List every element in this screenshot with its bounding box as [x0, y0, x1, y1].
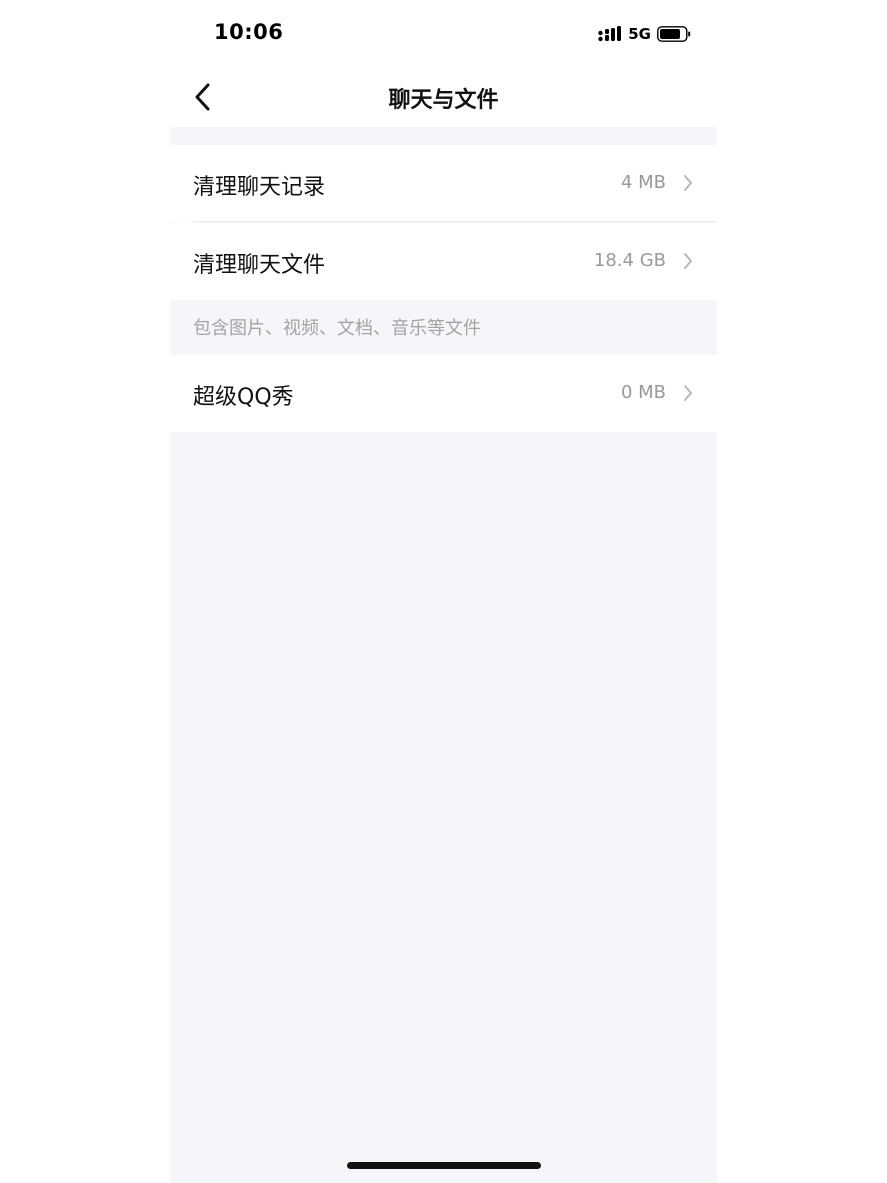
files-note: 包含图片、视频、文档、音乐等文件: [170, 300, 717, 355]
section-spacer: [170, 127, 717, 145]
signal-bars-icon: [598, 26, 622, 42]
status-bar: 10:06 5G: [170, 0, 717, 66]
clear-chat-files-row[interactable]: 清理聊天文件 18.4 GB: [170, 223, 717, 300]
nav-bar: 聊天与文件: [170, 66, 717, 127]
home-indicator[interactable]: [347, 1162, 541, 1169]
page-title: 聊天与文件: [388, 88, 499, 113]
row-divider: [193, 221, 717, 222]
super-qq-show-row[interactable]: 超级QQ秀 0 MB: [170, 355, 717, 432]
row-value: 0 MB: [620, 382, 666, 403]
chevron-right-icon: [684, 175, 692, 191]
chevron-right-icon: [684, 385, 692, 401]
files-note-text: 包含图片、视频、文档、音乐等文件: [193, 318, 481, 339]
row-value: 4 MB: [620, 172, 666, 193]
phone-screen: 10:06 5G 聊天与文件 清理聊天记录 4 MB 清理聊天文件 18.4 G…: [170, 0, 717, 1183]
battery-icon: [657, 26, 691, 42]
status-indicators: 5G: [598, 25, 691, 43]
chevron-right-icon: [684, 253, 692, 269]
row-label: 清理聊天记录: [193, 175, 326, 200]
network-type: 5G: [628, 25, 651, 43]
status-time: 10:06: [214, 20, 284, 44]
row-label: 清理聊天文件: [193, 253, 326, 278]
clear-chat-history-row[interactable]: 清理聊天记录 4 MB: [170, 145, 717, 222]
row-label: 超级QQ秀: [193, 385, 294, 410]
row-value: 18.4 GB: [593, 250, 666, 271]
